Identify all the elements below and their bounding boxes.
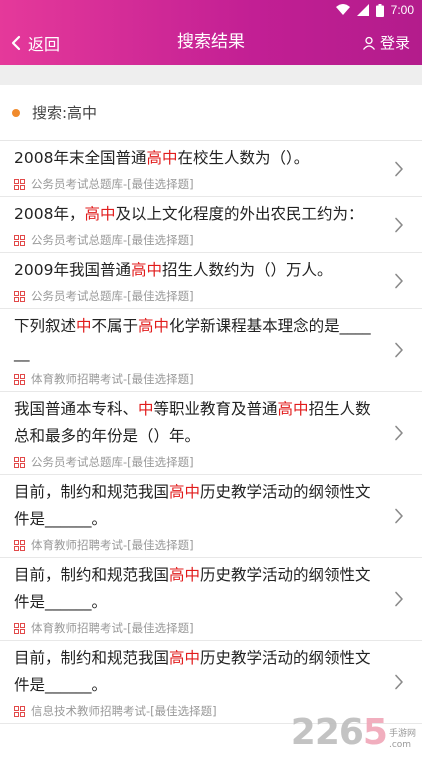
bullet-dot — [12, 108, 20, 117]
keyword-highlight: 高中 — [169, 649, 201, 667]
result-item[interactable]: 2008年末全国普通高中在校生人数为（）。公务员考试总题库-[最佳选择题] — [0, 141, 422, 197]
question-fragment: 招生人数约为（）万人。 — [161, 261, 333, 279]
question-text: 目前，制约和规范我国高中历史教学活动的纲领性文件是______。 — [14, 562, 378, 616]
keyword-highlight: 中 — [76, 317, 92, 335]
grid-icon — [14, 234, 25, 246]
source-label: 公务员考试总题库-[最佳选择题] — [31, 177, 194, 191]
chevron-right-icon — [395, 508, 403, 524]
question-source: 体育教师招聘考试-[最佳选择题] — [14, 367, 378, 391]
question-fragment: 目前，制约和规范我国 — [14, 649, 170, 667]
question-fragment: 2009年我国普通 — [14, 261, 131, 279]
top-bar: 返回 搜索结果 登录 — [0, 20, 422, 65]
search-summary: 搜索:高中 — [0, 85, 422, 141]
keyword-highlight: 中 — [138, 400, 154, 418]
question-source: 信息技术教师招聘考试-[最佳选择题] — [14, 699, 378, 723]
question-fragment: 目前，制约和规范我国 — [14, 483, 170, 501]
grid-icon — [14, 178, 25, 190]
chevron-right-icon — [395, 217, 403, 232]
chevron-right-icon — [395, 273, 403, 288]
chevron-left-icon — [11, 35, 21, 50]
question-source: 公务员考试总题库-[最佳选择题] — [14, 228, 378, 252]
keyword-highlight: 高中 — [84, 205, 116, 223]
question-text: 我国普通本专科、中等职业教育及普通高中招生人数总和最多的年份是（）年。 — [14, 396, 378, 450]
question-text: 目前，制约和规范我国高中历史教学活动的纲领性文件是______。 — [14, 479, 378, 533]
question-source: 公务员考试总题库-[最佳选择题] — [14, 284, 378, 308]
result-item[interactable]: 我国普通本专科、中等职业教育及普通高中招生人数总和最多的年份是（）年。公务员考试… — [0, 392, 422, 475]
question-fragment: 在校生人数为（）。 — [177, 149, 310, 167]
section-divider — [0, 65, 422, 85]
grid-icon — [14, 456, 25, 468]
source-label: 体育教师招聘考试-[最佳选择题] — [31, 621, 194, 635]
user-icon — [362, 36, 375, 50]
page-title: 搜索结果 — [177, 32, 245, 52]
question-fragment: 不属于 — [91, 317, 139, 335]
source-label: 体育教师招聘考试-[最佳选择题] — [31, 538, 194, 552]
question-fragment: 我国普通本专科、 — [14, 400, 139, 418]
question-fragment: 2008年末全国普通 — [14, 149, 147, 167]
question-source: 体育教师招聘考试-[最佳选择题] — [14, 616, 378, 640]
keyword-highlight: 高中 — [169, 483, 201, 501]
chevron-right-icon — [395, 674, 403, 690]
chevron-right-icon — [395, 425, 403, 441]
question-fragment: 目前，制约和规范我国 — [14, 566, 170, 584]
grid-icon — [14, 705, 25, 717]
search-query-label: 搜索:高中 — [32, 104, 98, 122]
grid-icon — [14, 373, 25, 385]
result-item[interactable]: 目前，制约和规范我国高中历史教学活动的纲领性文件是______。体育教师招聘考试… — [0, 475, 422, 558]
question-source: 体育教师招聘考试-[最佳选择题] — [14, 533, 378, 557]
grid-icon — [14, 290, 25, 302]
status-time: 7:00 — [390, 3, 414, 17]
question-fragment: 及以上文化程度的外出农民工约为： — [115, 205, 364, 223]
login-label: 登录 — [379, 34, 410, 52]
watermark-side: 手游网 .com — [388, 729, 416, 750]
chevron-right-icon — [395, 161, 403, 176]
keyword-highlight: 高中 — [138, 317, 170, 335]
login-button[interactable]: 登录 — [362, 20, 410, 65]
source-label: 体育教师招聘考试-[最佳选择题] — [31, 372, 194, 386]
question-text: 下列叙述中不属于高中化学新课程基本理念的是______ — [14, 313, 378, 367]
chevron-right-icon — [395, 591, 403, 607]
result-item[interactable]: 目前，制约和规范我国高中历史教学活动的纲领性文件是______。体育教师招聘考试… — [0, 558, 422, 641]
result-list: 2008年末全国普通高中在校生人数为（）。 公务员考试总题库-[最佳选择题] 200… — [0, 141, 422, 724]
grid-icon — [14, 622, 25, 634]
back-button[interactable]: 返回 — [10, 20, 60, 65]
wifi-icon — [335, 4, 350, 15]
question-source: 公务员考试总题库-[最佳选择题] — [14, 450, 378, 474]
keyword-highlight: 高中 — [146, 149, 178, 167]
keyword-highlight: 高中 — [169, 566, 201, 584]
question-text: 目前，制约和规范我国高中历史教学活动的纲领性文件是______。 — [14, 645, 378, 699]
question-text: 2009年我国普通高中招生人数约为（）万人。 — [14, 257, 378, 284]
source-label: 公务员考试总题库-[最佳选择题] — [31, 233, 194, 247]
keyword-highlight: 高中 — [277, 400, 309, 418]
question-fragment: 2008年， — [14, 205, 85, 223]
battery-icon — [375, 3, 384, 17]
status-bar: 7:00 — [0, 0, 422, 20]
source-label: 公务员考试总题库-[最佳选择题] — [31, 455, 194, 469]
result-item[interactable]: 目前，制约和规范我国高中历史教学活动的纲领性文件是______。信息技术教师招聘… — [0, 641, 422, 724]
source-label: 公务员考试总题库-[最佳选择题] — [31, 289, 194, 303]
question-text: 2008年末全国普通高中在校生人数为（）。 — [14, 145, 378, 172]
question-fragment: 下列叙述 — [14, 317, 77, 335]
result-item[interactable]: 2009年我国普通高中招生人数约为（）万人。公务员考试总题库-[最佳选择题] — [0, 253, 422, 309]
source-label: 信息技术教师招聘考试-[最佳选择题] — [31, 704, 217, 718]
signal-icon — [356, 4, 369, 16]
chevron-right-icon — [395, 342, 403, 358]
question-text: 2008年，高中及以上文化程度的外出农民工约为： — [14, 201, 378, 228]
question-source: 公务员考试总题库-[最佳选择题] — [14, 172, 378, 196]
grid-icon — [14, 539, 25, 551]
back-label: 返回 — [28, 34, 61, 54]
result-item[interactable]: 下列叙述中不属于高中化学新课程基本理念的是______ 体育教师招聘考试-[最佳选… — [0, 309, 422, 392]
question-fragment: 等职业教育及普通 — [153, 400, 278, 418]
result-item[interactable]: 2008年，高中及以上文化程度的外出农民工约为： 公务员考试总题库-[最佳选择题] — [0, 197, 422, 253]
keyword-highlight: 高中 — [130, 261, 162, 279]
